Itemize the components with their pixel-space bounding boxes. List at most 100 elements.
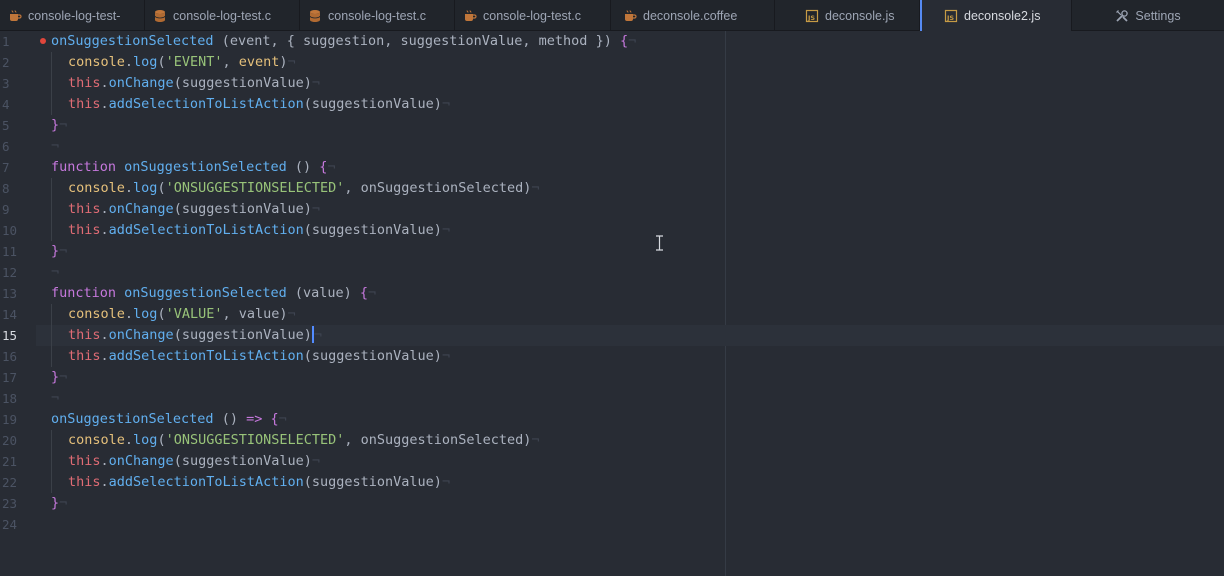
- line-number: 24: [2, 517, 18, 532]
- tab-title: console-log-test.c: [483, 8, 581, 23]
- code-line[interactable]: this.onChange(suggestionValue)¬: [36, 199, 1224, 220]
- line-number: 22: [2, 475, 18, 490]
- code-line[interactable]: console.log('ONSUGGESTIONSELECTED', onSu…: [36, 178, 1224, 199]
- eol-marker: ¬: [59, 495, 68, 511]
- coffee-icon: [465, 9, 477, 21]
- eol-marker: ¬: [313, 327, 323, 343]
- tab-console-log-test-1[interactable]: console-log-test-: [0, 0, 145, 31]
- code-line[interactable]: this.addSelectionToListAction(suggestion…: [36, 94, 1224, 115]
- tab-title: console-log-test.c: [328, 8, 426, 23]
- code-token: addSelectionToListAction: [108, 348, 304, 364]
- tab-console-log-test-4[interactable]: console-log-test.c: [455, 0, 611, 31]
- tools-icon: [1116, 9, 1129, 22]
- code-token: onChange: [108, 201, 174, 217]
- code-token: this: [68, 453, 101, 469]
- tab-title: console-log-test-: [28, 8, 121, 23]
- code-line[interactable]: this.onChange(suggestionValue)¬: [36, 73, 1224, 94]
- code-line[interactable]: this.addSelectionToListAction(suggestion…: [36, 472, 1224, 493]
- code-token: 'ONSUGGESTIONSELECTED': [165, 180, 345, 196]
- tab-title: Settings: [1135, 8, 1181, 23]
- code-line-current[interactable]: this.onChange(suggestionValue) ¬: [36, 325, 1224, 346]
- line-number: 13: [2, 286, 18, 301]
- code-token: onSuggestionSelected: [124, 285, 287, 301]
- tab-deconsole-js[interactable]: JS deconsole.js: [775, 0, 920, 31]
- js-file-icon: JS: [805, 9, 819, 22]
- tab-deconsole-coffee[interactable]: deconsole.coffee: [611, 0, 775, 31]
- code-line[interactable]: onSuggestionSelected (event, { suggestio…: [36, 31, 1224, 52]
- code-token: log: [133, 432, 158, 448]
- code-token: this: [68, 348, 101, 364]
- text-ibeam-cursor-icon: [656, 235, 663, 251]
- coffee-icon: [10, 9, 22, 21]
- code-line[interactable]: }¬: [36, 367, 1224, 388]
- line-number: 4: [2, 97, 10, 112]
- eol-marker: ¬: [441, 222, 451, 238]
- code-line[interactable]: console.log('VALUE', value)¬: [36, 304, 1224, 325]
- eol-marker: ¬: [51, 264, 60, 280]
- code-token: suggestionValue: [181, 453, 304, 469]
- code-line[interactable]: console.log('EVENT', event)¬: [36, 52, 1224, 73]
- code-line[interactable]: function onSuggestionSelected (value) {¬: [36, 283, 1224, 304]
- line-number-current: 15: [2, 328, 18, 343]
- tab-console-log-test-3[interactable]: console-log-test.c: [300, 0, 455, 31]
- code-token: console: [68, 432, 125, 448]
- code-token: onChange: [108, 453, 174, 469]
- code-token: onSuggestionSelected: [124, 159, 287, 175]
- modified-dot-icon: [40, 38, 46, 44]
- eol-marker: ¬: [441, 348, 451, 364]
- database-icon: [154, 9, 166, 22]
- eol-marker: ¬: [311, 75, 321, 91]
- code-token: suggestionValue: [181, 201, 304, 217]
- line-number: 11: [2, 244, 18, 259]
- code-token: value: [238, 306, 280, 322]
- line-number: 23: [2, 496, 18, 511]
- coffee-icon: [625, 9, 637, 21]
- tab-title: deconsole2.js: [964, 8, 1041, 23]
- code-token: this: [68, 327, 101, 343]
- code-token: onChange: [108, 75, 174, 91]
- line-number: 20: [2, 433, 18, 448]
- line-number: 6: [2, 139, 10, 154]
- code-line[interactable]: onSuggestionSelected () => {¬: [36, 409, 1224, 430]
- code-token: 'EVENT': [165, 54, 223, 70]
- code-line[interactable]: function onSuggestionSelected () {¬: [36, 157, 1224, 178]
- code-line[interactable]: }¬: [36, 241, 1224, 262]
- code-line[interactable]: this.onChange(suggestionValue)¬: [36, 451, 1224, 472]
- code-line[interactable]: }¬: [36, 115, 1224, 136]
- eol-marker: ¬: [51, 138, 60, 154]
- line-number: 8: [2, 181, 10, 196]
- code-token: onSuggestionSelected: [360, 180, 524, 196]
- code-token: console: [68, 180, 125, 196]
- code-token: console: [68, 54, 125, 70]
- code-token: addSelectionToListAction: [108, 222, 304, 238]
- tab-console-log-test-2[interactable]: console-log-test.c: [145, 0, 300, 31]
- code-line[interactable]: [36, 514, 1224, 535]
- code-line[interactable]: this.addSelectionToListAction(suggestion…: [36, 346, 1224, 367]
- code-token: console: [68, 306, 125, 322]
- code-editor[interactable]: 1 2 3 4 5 6 7 8 9 10 11 12 13 14 15 16 1…: [0, 31, 1224, 576]
- code-line[interactable]: console.log('ONSUGGESTIONSELECTED', onSu…: [36, 430, 1224, 451]
- tab-deconsole2-js[interactable]: JS deconsole2.js: [920, 0, 1072, 31]
- eol-marker: ¬: [327, 159, 336, 175]
- line-number: 3: [2, 76, 10, 91]
- eol-marker: ¬: [59, 369, 68, 385]
- code-line[interactable]: this.addSelectionToListAction(suggestion…: [36, 220, 1224, 241]
- tab-settings[interactable]: Settings: [1072, 0, 1224, 31]
- code-line[interactable]: ¬: [36, 388, 1224, 409]
- code-line[interactable]: ¬: [36, 136, 1224, 157]
- code-token: suggestionValue: [311, 348, 434, 364]
- line-number: 7: [2, 160, 10, 175]
- code-lines[interactable]: onSuggestionSelected (event, { suggestio…: [36, 31, 1224, 535]
- code-token: this: [68, 222, 101, 238]
- code-token: suggestionValue: [311, 96, 434, 112]
- code-line[interactable]: }¬: [36, 493, 1224, 514]
- line-number: 12: [2, 265, 18, 280]
- code-token: addSelectionToListAction: [108, 474, 304, 490]
- code-token: function: [51, 285, 117, 301]
- code-token: function: [51, 159, 117, 175]
- code-token: log: [133, 306, 158, 322]
- code-token: addSelectionToListAction: [108, 96, 304, 112]
- code-token: onSuggestionSelected: [360, 432, 524, 448]
- eol-marker: ¬: [287, 54, 296, 70]
- code-line[interactable]: ¬: [36, 262, 1224, 283]
